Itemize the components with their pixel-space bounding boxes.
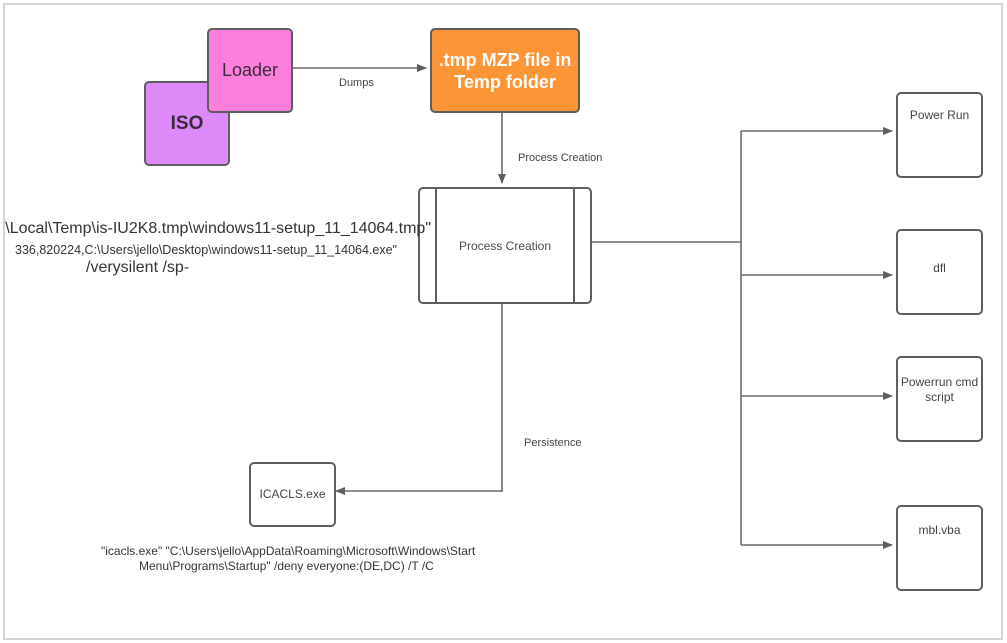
node-dfl-label: dfl bbox=[933, 260, 946, 275]
node-mbl-vba-label: mbl.vba bbox=[918, 523, 961, 537]
node-loader[interactable]: Loader bbox=[207, 28, 293, 113]
node-icacls-label: ICACLS.exe bbox=[259, 487, 326, 501]
process-cmdline-line-3: /verysilent /sp- bbox=[86, 259, 190, 276]
icacls-cmdline-line-1: "icacls.exe" "C:\Users\jello\AppData\Roa… bbox=[101, 544, 476, 558]
node-iso-label: ISO bbox=[170, 112, 204, 134]
node-process-creation-label: Process Creation bbox=[458, 238, 552, 253]
node-power-run-label: Power Run bbox=[909, 107, 970, 122]
process-left-bar bbox=[435, 189, 437, 302]
diagram-canvas: Dumps Process Creation Persistence ISO L… bbox=[3, 3, 1003, 640]
edge-label-persistence: Persistence bbox=[524, 437, 582, 449]
node-powerrun-cmd-script[interactable]: Powerrun cmd script bbox=[896, 356, 983, 442]
process-cmdline-line-2: 336,820224,C:\Users\jello\Desktop\window… bbox=[15, 243, 397, 257]
node-loader-label: Loader bbox=[221, 60, 279, 80]
edge-label-process-creation: Process Creation bbox=[518, 152, 603, 164]
edge-persistence bbox=[335, 301, 503, 495]
edge-label-dumps: Dumps bbox=[339, 77, 374, 89]
node-process-creation[interactable]: Process Creation bbox=[418, 187, 592, 304]
node-icacls[interactable]: ICACLS.exe bbox=[249, 462, 336, 527]
node-power-run[interactable]: Power Run bbox=[896, 92, 983, 178]
process-right-bar bbox=[573, 189, 575, 302]
node-dfl[interactable]: dfl bbox=[896, 229, 983, 315]
node-tmp-file[interactable]: .tmp MZP file in Temp folder bbox=[430, 28, 580, 113]
node-mbl-vba[interactable]: mbl.vba bbox=[896, 505, 983, 591]
node-tmp-file-label: .tmp MZP file in Temp folder bbox=[438, 49, 572, 92]
icacls-cmdline-line-2: Menu\Programs\Startup" /deny everyone:(D… bbox=[139, 559, 434, 573]
process-cmdline-line-1: a\Local\Temp\is-IU2K8.tmp\windows11-setu… bbox=[3, 220, 431, 237]
node-powerrun-cmd-script-label: Powerrun cmd script bbox=[900, 375, 979, 404]
